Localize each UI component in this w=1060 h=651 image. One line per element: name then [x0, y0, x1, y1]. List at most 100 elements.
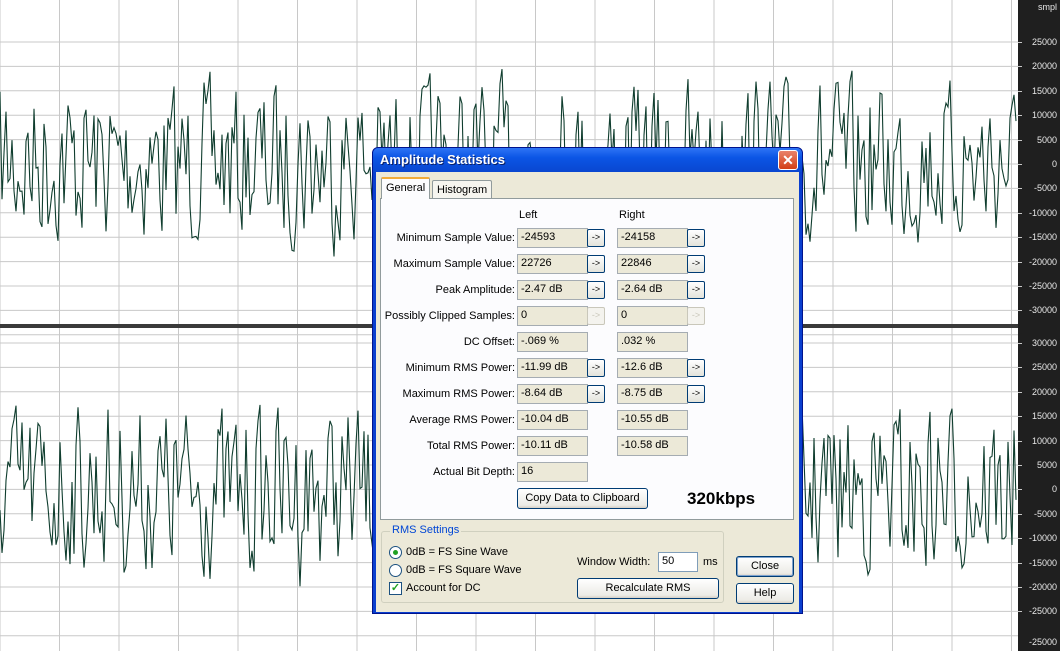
ruler-unit-label: smpl	[1037, 2, 1057, 12]
rms-settings-group: RMS Settings 0dB = FS Sine Wave 0dB = FS…	[381, 524, 724, 603]
jump-to-right-button[interactable]: ->	[687, 281, 705, 299]
ruler-tick	[1018, 416, 1022, 418]
ruler-tick	[1018, 489, 1022, 491]
dialog-title-bar[interactable]: Amplitude Statistics ✕	[373, 148, 802, 172]
stat-left-value: -11.99 dB	[517, 358, 588, 378]
ruler-tick-label: 15000	[1031, 411, 1057, 422]
ruler-tick-label: 25000	[1031, 362, 1057, 373]
help-button[interactable]: Help	[736, 583, 794, 604]
stat-row-label: Average RMS Power:	[409, 414, 515, 426]
ruler-tick	[1018, 611, 1022, 613]
copy-to-clipboard-button[interactable]: Copy Data to Clipboard	[517, 488, 648, 509]
general-tab-panel: Left Right Minimum Sample Value: -24593 ->…	[380, 198, 794, 520]
jump-to-left-button[interactable]: ->	[587, 229, 605, 247]
right-column-header: Right	[619, 209, 645, 221]
jump-to-right-button[interactable]: ->	[687, 229, 705, 247]
ruler-tick	[1018, 538, 1022, 540]
close-icon[interactable]: ✕	[778, 150, 798, 170]
tab-general[interactable]: General	[381, 177, 431, 199]
ruler-tick	[1018, 513, 1022, 515]
recalculate-rms-button[interactable]: Recalculate RMS	[577, 578, 719, 599]
stat-row-label: Actual Bit Depth:	[433, 466, 515, 478]
stat-right-value: 22846	[617, 254, 688, 274]
stat-row-label: Minimum RMS Power:	[405, 362, 515, 374]
ruler-tick	[1018, 164, 1022, 165]
window-width-label: Window Width:	[577, 556, 651, 568]
ruler-tick-label: 10000	[1031, 110, 1057, 121]
ruler-tick-label: 10000	[1031, 435, 1057, 446]
jump-to-left-button[interactable]: ->	[587, 359, 605, 377]
ruler-tick-label: -10000	[1028, 533, 1057, 544]
ruler-tick	[1018, 188, 1022, 190]
jump-to-right-button: ->	[687, 307, 705, 325]
ruler-tick-label: -20000	[1028, 582, 1057, 592]
stat-left-value: -10.11 dB	[517, 436, 588, 456]
jump-to-left-button[interactable]: ->	[587, 281, 605, 299]
stat-right-value: -2.64 dB	[617, 280, 688, 300]
ruler-tick	[1018, 66, 1022, 68]
jump-to-left-button[interactable]: ->	[587, 385, 605, 403]
ruler-tick-label: 15000	[1031, 85, 1057, 96]
ruler-tick	[1018, 90, 1022, 92]
stat-left-value: -10.04 dB	[517, 410, 588, 430]
stat-right-value: -10.55 dB	[617, 410, 688, 430]
close-button[interactable]: Close	[736, 556, 794, 577]
stat-left-value: -8.64 dB	[517, 384, 588, 404]
ruler-tick-label: -25000	[1028, 606, 1057, 617]
stat-right-value: -8.75 dB	[617, 384, 688, 404]
ruler-tick-label: -30000	[1028, 305, 1057, 316]
stat-row-label: DC Offset:	[463, 336, 515, 348]
sine-wave-radio[interactable]	[389, 546, 402, 559]
ruler-tick-label: 30000	[1031, 338, 1057, 348]
ruler-tick	[1018, 440, 1022, 442]
stat-left-value: 0	[517, 306, 588, 326]
ruler-tick	[1018, 237, 1022, 239]
stat-row-label: Maximum Sample Value:	[393, 258, 515, 270]
stat-row-label: Maximum RMS Power:	[402, 388, 515, 400]
ruler-tick-label: 0	[1051, 159, 1057, 169]
dialog-body: General Histogram Left Right Minimum Sam…	[376, 172, 799, 612]
ruler-tick	[1018, 310, 1022, 312]
sine-wave-label[interactable]: 0dB = FS Sine Wave	[406, 546, 508, 558]
account-for-dc-label[interactable]: Account for DC	[406, 582, 481, 594]
square-wave-label[interactable]: 0dB = FS Square Wave	[406, 564, 521, 576]
jump-to-left-button[interactable]: ->	[587, 255, 605, 273]
ruler-tick-label: 5000	[1036, 460, 1057, 470]
jump-to-right-button[interactable]: ->	[687, 385, 705, 403]
left-column-header: Left	[519, 209, 538, 221]
stat-right-value: -24158	[617, 228, 688, 248]
stat-left-value: -2.47 dB	[517, 280, 588, 300]
jump-to-right-button[interactable]: ->	[687, 359, 705, 377]
ruler-tick-label: -25000	[1028, 281, 1057, 291]
ruler-tick-label: -15000	[1028, 557, 1057, 568]
ruler-tick-label: -25000	[1028, 637, 1057, 647]
ruler-tick-label: -20000	[1028, 256, 1057, 267]
stat-left-value: -24593	[517, 228, 588, 248]
ruler-tick-label: -5000	[1033, 508, 1057, 519]
stat-right-value: .032 %	[617, 332, 688, 352]
ruler-tick	[1018, 139, 1022, 141]
tab-histogram[interactable]: Histogram	[432, 180, 493, 200]
ruler-tick-label: 5000	[1036, 134, 1057, 145]
bitrate-annotation: 320kbps	[687, 489, 756, 508]
jump-to-left-button: ->	[587, 307, 605, 325]
ruler-tick	[1018, 286, 1022, 287]
stat-left-value: 22726	[517, 254, 588, 274]
stat-right-value: -12.6 dB	[617, 358, 688, 378]
window-width-input[interactable]: 50	[658, 552, 698, 572]
account-for-dc-checkbox[interactable]: ✓	[389, 582, 402, 595]
ruler-tick-label: 20000	[1031, 386, 1057, 397]
stat-row-label: Minimum Sample Value:	[396, 232, 515, 244]
jump-to-right-button[interactable]: ->	[687, 255, 705, 273]
square-wave-radio[interactable]	[389, 564, 402, 577]
ruler-tick	[1018, 367, 1022, 369]
rms-settings-legend: RMS Settings	[390, 524, 462, 536]
ruler-tick-label: -15000	[1028, 232, 1057, 243]
window-width-unit: ms	[703, 556, 718, 568]
ruler-tick	[1018, 562, 1022, 564]
ruler-tick-label: -5000	[1033, 183, 1057, 194]
ruler-tick	[1018, 391, 1022, 393]
stat-left-value: -.069 %	[517, 332, 588, 352]
stat-right-value: 0	[617, 306, 688, 326]
dialog-title: Amplitude Statistics	[380, 152, 505, 167]
